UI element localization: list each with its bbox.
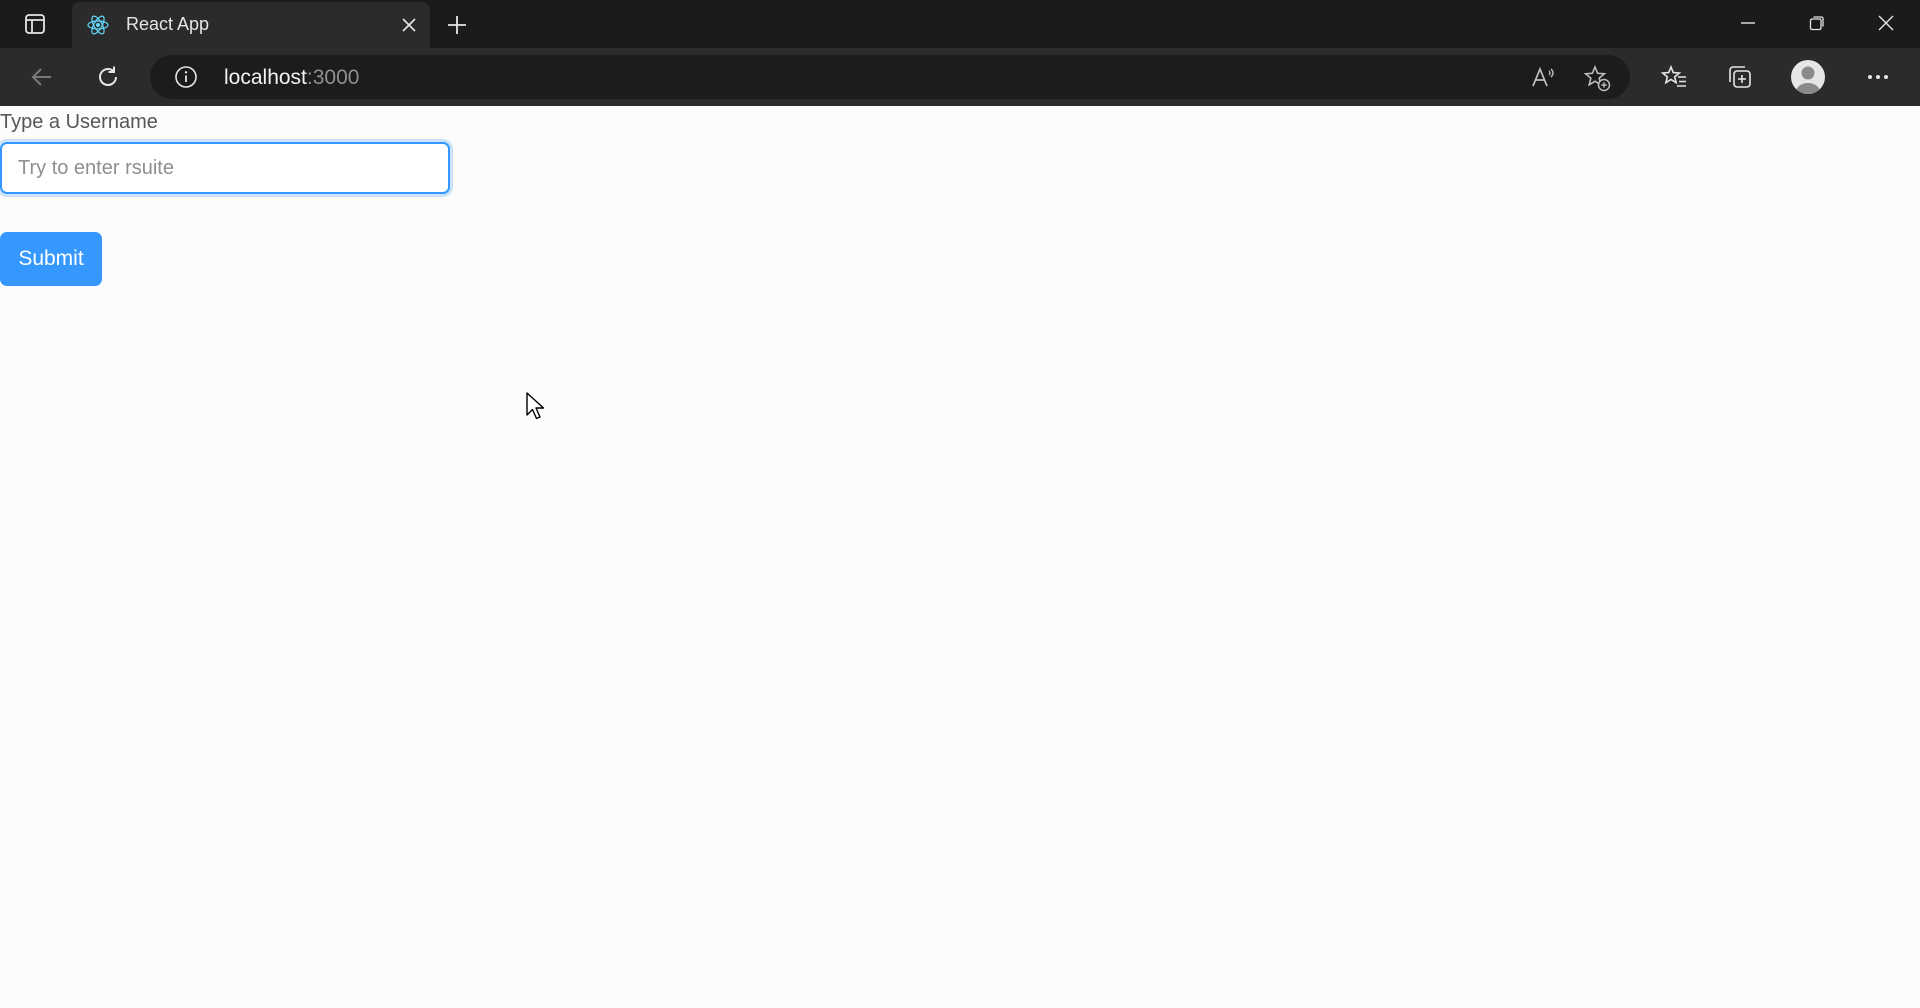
refresh-button[interactable] — [88, 57, 128, 97]
restore-button[interactable] — [1783, 0, 1851, 46]
browser-toolbar: localhost:3000 — [0, 48, 1920, 106]
close-tab-button[interactable] — [398, 14, 420, 36]
info-icon[interactable] — [174, 65, 198, 89]
add-favorite-button[interactable] — [1582, 63, 1612, 93]
close-icon — [1878, 15, 1894, 31]
profile-avatar-icon — [1791, 60, 1825, 94]
read-aloud-icon — [1532, 66, 1554, 87]
more-menu-button[interactable] — [1860, 59, 1896, 95]
back-button[interactable] — [22, 57, 62, 97]
profile-button[interactable] — [1790, 59, 1826, 95]
page-content: Type a Username Submit — [0, 106, 1920, 1008]
address-url[interactable]: localhost:3000 — [224, 66, 359, 90]
close-window-button[interactable] — [1852, 0, 1920, 46]
tab-actions-button[interactable] — [12, 8, 58, 40]
react-logo-icon — [87, 15, 109, 35]
favorites-icon — [1660, 64, 1686, 87]
tab-strip: React App — [0, 0, 1920, 48]
url-port: :3000 — [306, 66, 360, 89]
username-input[interactable] — [0, 142, 450, 194]
address-bar[interactable]: localhost:3000 — [150, 55, 1630, 99]
username-label: Type a Username — [0, 111, 158, 133]
star-add-icon — [1583, 64, 1611, 92]
restore-icon — [1809, 16, 1824, 31]
url-host: localhost — [224, 66, 307, 89]
tab-actions-icon — [25, 14, 45, 34]
plus-icon — [448, 16, 466, 34]
more-icon — [1868, 75, 1888, 79]
read-aloud-button[interactable] — [1528, 63, 1558, 93]
back-arrow-icon — [31, 68, 51, 86]
minimize-icon — [1741, 22, 1755, 24]
browser-window: React App localhost:3000 Type a Username… — [0, 0, 1920, 1008]
new-tab-button[interactable] — [442, 10, 472, 40]
collections-button[interactable] — [1722, 59, 1758, 95]
refresh-icon — [99, 66, 117, 86]
collections-icon — [1729, 66, 1751, 88]
browser-tab[interactable]: React App — [72, 2, 430, 48]
submit-button[interactable]: Submit — [0, 232, 102, 286]
minimize-button[interactable] — [1714, 0, 1782, 46]
mouse-cursor-icon — [526, 392, 545, 420]
tab-title: React App — [126, 14, 210, 34]
close-icon — [402, 18, 416, 32]
favorites-button[interactable] — [1656, 59, 1692, 95]
